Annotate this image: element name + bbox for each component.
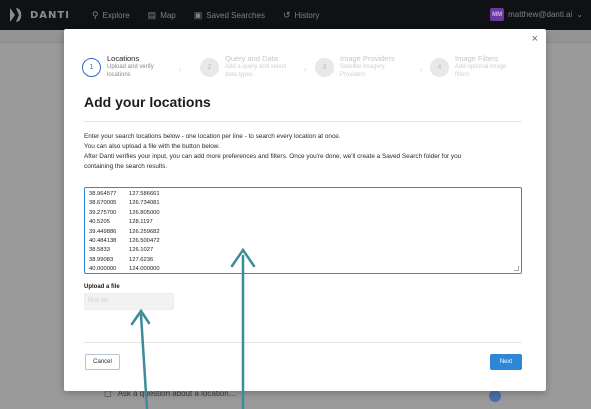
nav-item-saved-searches[interactable]: ▣ Saved Searches: [194, 10, 265, 21]
logo[interactable]: DANTI: [8, 6, 70, 24]
close-icon[interactable]: ×: [532, 33, 538, 45]
instruction-line: Enter your search locations below - one …: [84, 133, 341, 140]
instruction-line: containing the search results.: [84, 163, 168, 170]
step-title: Image Providers: [340, 54, 395, 63]
top-nav: DANTI ⚲ Explore ▤ Map ▣ Saved Searches ↺…: [0, 0, 591, 30]
nav-item-label: Explore: [102, 10, 130, 20]
step-subtitle: Add a query and select: [225, 64, 287, 70]
chevron-right-icon: ›: [304, 65, 307, 74]
stepper: 1 Locations Upload and verify locations …: [82, 54, 528, 84]
step-title: Image Filters: [455, 54, 499, 63]
location-line: 38.964577 127.586661: [89, 191, 160, 197]
resize-handle[interactable]: [514, 266, 519, 271]
step-image-providers[interactable]: 3 Image Providers Satellite Imagery Prov…: [315, 54, 395, 79]
nav-item-label: History: [294, 10, 320, 20]
step-subtitle: locations: [107, 72, 131, 78]
step-title: Query and Data: [225, 54, 278, 63]
user-email: matthew@danti.ai: [508, 10, 573, 19]
step-title: Locations: [107, 54, 140, 63]
step-subtitle: Satellite Imagery: [340, 64, 385, 70]
title-divider: [84, 121, 522, 122]
page-title: Add your locations: [84, 94, 211, 110]
step-number: 3: [315, 58, 334, 77]
location-line: 39.275700 126.805000: [89, 209, 160, 216]
avatar: MM: [490, 8, 505, 21]
location-line: 40.000000 124.000000: [89, 266, 160, 273]
locations-textarea[interactable]: 38.964577 127.586661 38.670005 126.734081 …: [84, 187, 522, 274]
logo-text: DANTI: [30, 9, 70, 21]
next-button[interactable]: Next: [490, 354, 522, 370]
step-subtitle: filters: [455, 72, 470, 78]
nav-items: ⚲ Explore ▤ Map ▣ Saved Searches ↺ Histo…: [92, 10, 319, 21]
location-line: 38.5833 126.1027: [89, 247, 154, 254]
nav-item-label: Map: [160, 10, 176, 20]
nav-item-history[interactable]: ↺ History: [283, 10, 319, 21]
step-query-and-data[interactable]: 2 Query and Data Add a query and select …: [200, 54, 286, 79]
location-line: 40.484138 126.500472: [89, 238, 160, 245]
file-picker[interactable]: Pick file: [84, 293, 174, 310]
step-subtitle: Providers: [340, 72, 366, 78]
step-number: 2: [200, 58, 219, 77]
history-icon: ↺: [282, 9, 291, 20]
add-locations-modal: × 1 Locations Upload and verify location…: [64, 29, 546, 391]
step-number: 1: [82, 58, 101, 77]
nav-item-map[interactable]: ▤ Map: [148, 10, 176, 21]
danti-logo-icon: [10, 8, 22, 22]
instruction-line: After Danti verifies your input, you can…: [84, 153, 462, 160]
step-number: 4: [430, 58, 449, 77]
location-line: 39.449886 126.259682: [89, 228, 160, 235]
cancel-button[interactable]: Cancel: [85, 354, 120, 370]
step-locations[interactable]: 1 Locations Upload and verify locations: [82, 54, 154, 79]
search-icon: ⚲: [91, 9, 99, 20]
map-icon: ▤: [147, 9, 157, 20]
chevron-right-icon: ›: [420, 65, 423, 74]
user-menu[interactable]: MM matthew@danti.ai ⌄: [490, 8, 583, 21]
step-subtitle: data types: [225, 72, 253, 78]
step-subtitle: Upload and verify: [107, 64, 154, 70]
instruction-line: You can also upload a file with the butt…: [84, 143, 220, 150]
location-line: 38.99083 127.6236: [89, 256, 154, 263]
nav-item-label: Saved Searches: [206, 10, 265, 20]
footer-divider: [84, 342, 522, 343]
location-line: 38.670005 126.734081: [89, 200, 160, 207]
chevron-down-icon: ⌄: [576, 10, 583, 19]
instructions: Enter your search locations below - one …: [84, 132, 524, 172]
chevron-right-icon: ›: [179, 65, 182, 74]
nav-item-explore[interactable]: ⚲ Explore: [92, 10, 130, 21]
step-subtitle: Add optional image: [455, 64, 507, 70]
upload-label: Upload a file: [84, 284, 120, 290]
location-line: 40.5205 128.1197: [89, 219, 153, 226]
saved-searches-icon: ▣: [193, 9, 203, 20]
background-action-button[interactable]: [489, 390, 501, 402]
step-image-filters[interactable]: 4 Image Filters Add optional image filte…: [430, 54, 506, 79]
